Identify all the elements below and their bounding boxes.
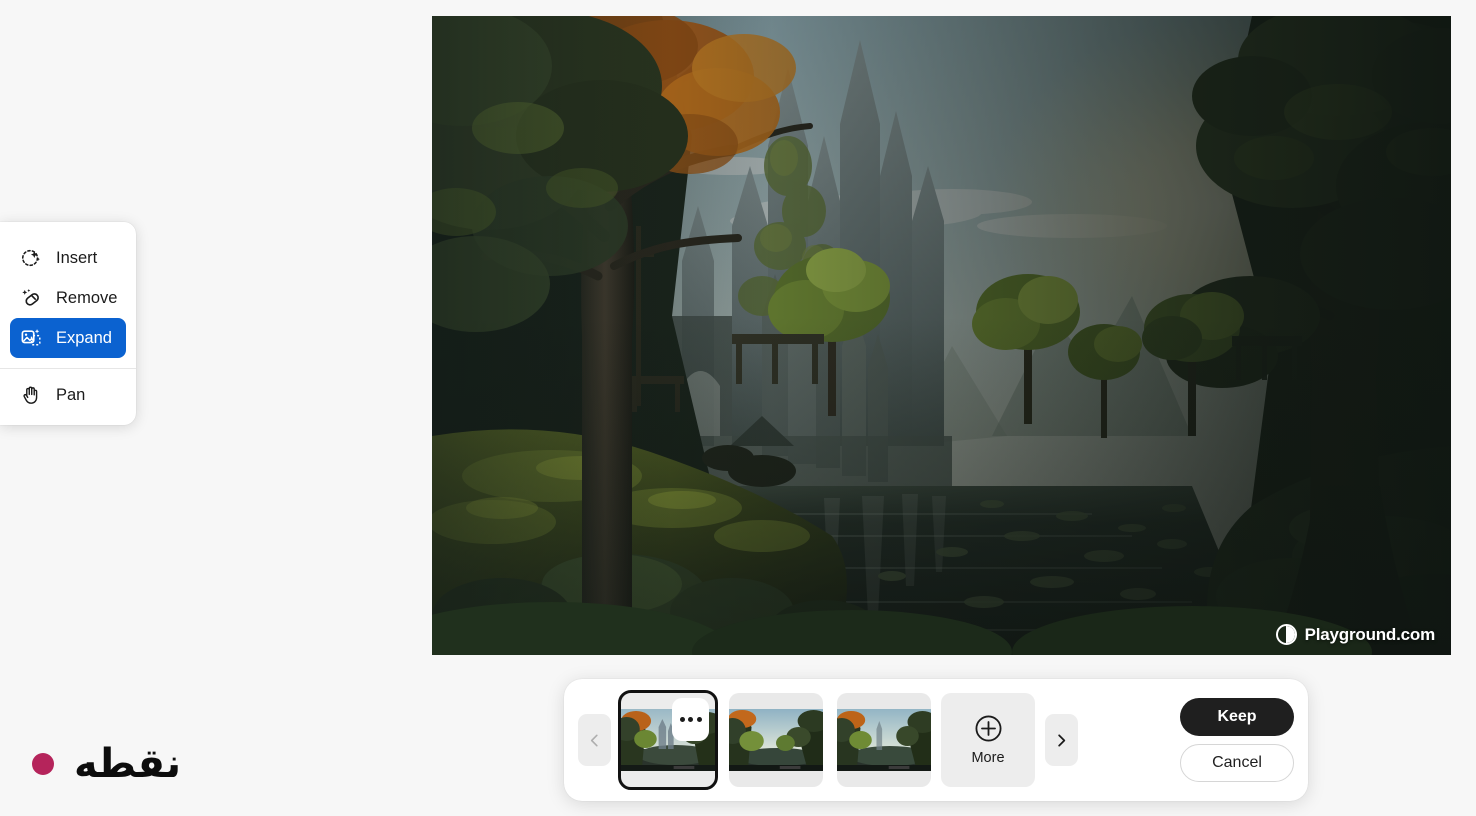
variation-thumbnail-3[interactable] (837, 693, 931, 787)
brand-dot-icon (32, 753, 54, 775)
tool-item-expand[interactable]: Expand (10, 318, 126, 358)
more-label: More (971, 750, 1005, 766)
more-dots-icon (679, 717, 685, 722)
app-root: Playground.com Insert Remove Expand Pan … (0, 0, 1476, 816)
tool-item-remove[interactable]: Remove (10, 278, 126, 318)
variation-thumbnail-2[interactable] (729, 693, 823, 787)
variation-thumbnail-1[interactable] (618, 690, 718, 790)
variations-toolbar: More Keep Cancel (564, 679, 1308, 801)
cancel-button[interactable]: Cancel (1180, 744, 1294, 782)
brand-mark: نقطه (32, 744, 181, 784)
insert-sparkle-icon (20, 247, 42, 269)
tool-item-label: Pan (56, 385, 86, 404)
confirm-actions: Keep Cancel (1180, 698, 1294, 782)
image-canvas[interactable]: Playground.com (432, 16, 1451, 655)
tool-group-edit: Insert Remove Expand (0, 232, 136, 368)
plus-circle-icon (974, 714, 1003, 743)
more-dots-icon (688, 717, 693, 722)
thumbnail-preview (837, 709, 931, 771)
tool-item-label: Insert (56, 248, 98, 267)
chevron-right-icon (1054, 733, 1069, 748)
fantasy-landscape-illustration (432, 16, 1451, 655)
tool-menu-panel: Insert Remove Expand Pan (0, 222, 136, 425)
magic-eraser-icon (20, 287, 42, 309)
brand-text: نقطه (74, 741, 182, 787)
expand-image-icon (20, 327, 42, 349)
thumbnail-options-button[interactable] (672, 698, 709, 741)
tool-item-label: Expand (56, 328, 112, 347)
more-variations-button[interactable]: More (941, 693, 1035, 787)
chevron-left-icon (587, 733, 602, 748)
tool-item-pan[interactable]: Pan (10, 375, 126, 415)
tool-item-insert[interactable]: Insert (10, 238, 126, 278)
tool-group-navigate: Pan (0, 369, 136, 425)
hand-icon (20, 384, 42, 406)
tool-item-label: Remove (56, 288, 118, 307)
keep-button[interactable]: Keep (1180, 698, 1294, 736)
thumbnail-preview (729, 709, 823, 771)
next-variation-button[interactable] (1045, 714, 1078, 766)
more-dots-icon (696, 717, 702, 722)
prev-variation-button[interactable] (578, 714, 611, 766)
variation-thumbnail-list (618, 690, 931, 790)
